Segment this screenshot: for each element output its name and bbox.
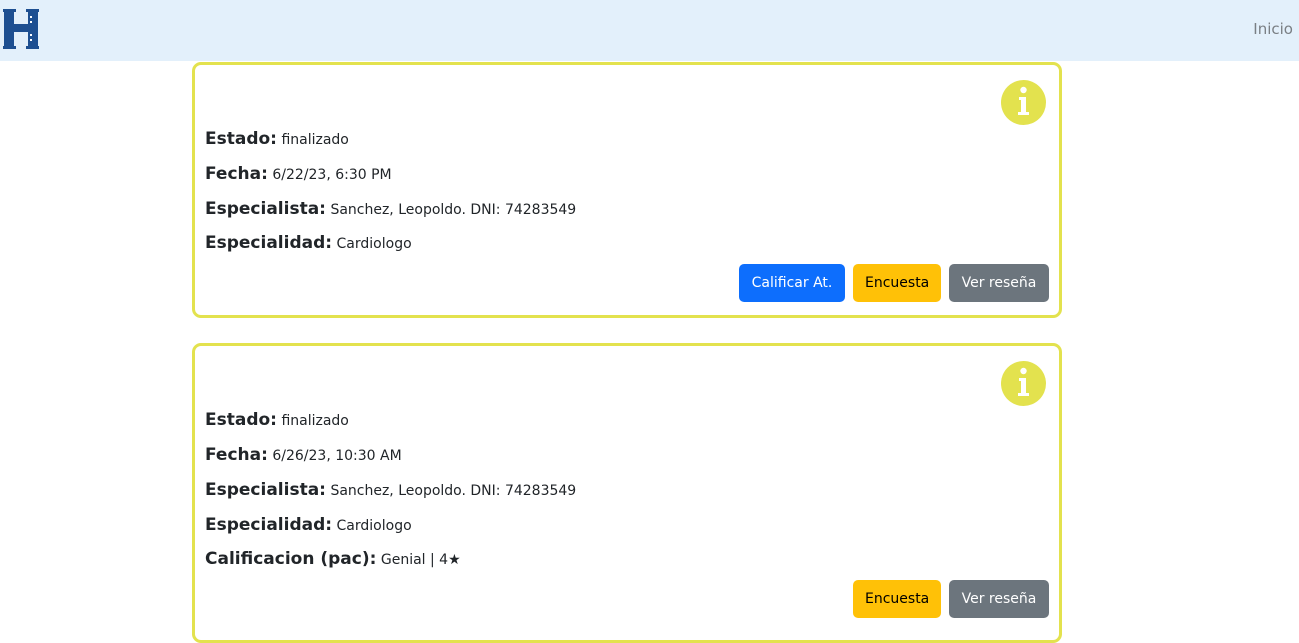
ver-resena-button[interactable]: Ver reseña: [949, 264, 1049, 302]
calificar-button[interactable]: Calificar At.: [739, 264, 845, 302]
estado-label: Estado:: [205, 410, 277, 430]
calificacion-label: Calificacion (pac):: [205, 549, 377, 569]
calificacion-field: Calificacion (pac): Genial | 4★: [205, 549, 461, 569]
especialidad-label: Especialidad:: [205, 233, 333, 253]
calificacion-value: Genial | 4★: [380, 552, 461, 568]
encuesta-button[interactable]: Encuesta: [853, 580, 941, 618]
estado-value: finalizado: [281, 413, 349, 429]
especialista-field: Especialista: Sanchez, Leopoldo. DNI: 74…: [205, 480, 576, 500]
turno-card: Estado: finalizado Fecha: 6/26/23, 10:30…: [192, 343, 1062, 643]
info-icon[interactable]: [1001, 80, 1046, 125]
estado-field: Estado: finalizado: [205, 410, 349, 430]
encuesta-button[interactable]: Encuesta: [853, 264, 941, 302]
fecha-label: Fecha:: [205, 164, 268, 184]
especialidad-label: Especialidad:: [205, 515, 333, 535]
fecha-value: 6/22/23, 6:30 PM: [272, 167, 392, 183]
especialista-value: Sanchez, Leopoldo. DNI: 74283549: [330, 483, 577, 499]
navbar: Inicio: [0, 0, 1299, 61]
especialista-label: Especialista:: [205, 480, 326, 500]
estado-value: finalizado: [281, 132, 349, 148]
especialista-field: Especialista: Sanchez, Leopoldo. DNI: 74…: [205, 199, 576, 219]
estado-field: Estado: finalizado: [205, 129, 349, 149]
ver-resena-button[interactable]: Ver reseña: [949, 580, 1049, 618]
fecha-field: Fecha: 6/26/23, 10:30 AM: [205, 445, 402, 465]
fecha-value: 6/26/23, 10:30 AM: [272, 448, 402, 464]
fecha-field: Fecha: 6/22/23, 6:30 PM: [205, 164, 392, 184]
especialista-value: Sanchez, Leopoldo. DNI: 74283549: [330, 202, 577, 218]
especialista-label: Especialista:: [205, 199, 326, 219]
fecha-label: Fecha:: [205, 445, 268, 465]
nav-link-inicio[interactable]: Inicio: [1253, 20, 1293, 38]
turno-card: Estado: finalizado Fecha: 6/22/23, 6:30 …: [192, 62, 1062, 318]
especialidad-field: Especialidad: Cardiologo: [205, 233, 412, 253]
info-icon[interactable]: [1001, 361, 1046, 406]
hospital-logo-icon[interactable]: [3, 8, 39, 50]
especialidad-field: Especialidad: Cardiologo: [205, 515, 412, 535]
estado-label: Estado:: [205, 129, 277, 149]
especialidad-value: Cardiologo: [336, 236, 412, 252]
especialidad-value: Cardiologo: [336, 518, 412, 534]
